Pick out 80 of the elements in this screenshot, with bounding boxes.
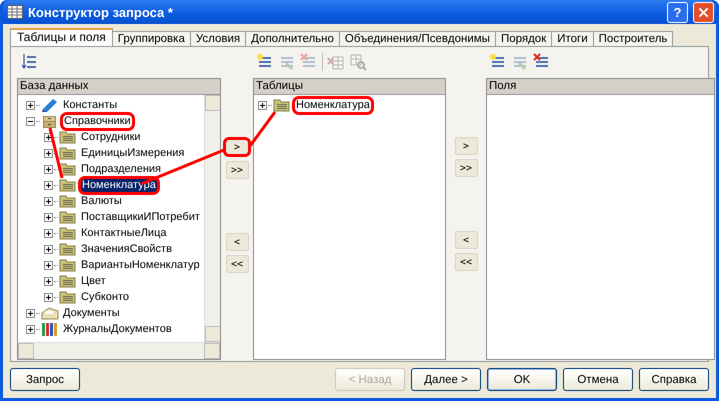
books-icon <box>41 321 59 337</box>
expander-icon[interactable] <box>44 212 53 222</box>
folder-icon <box>59 257 77 273</box>
folder-icon <box>59 273 77 289</box>
expander-icon[interactable] <box>26 324 35 334</box>
tree-item[interactable]: Субконто <box>78 288 132 306</box>
expander-icon[interactable] <box>44 148 53 158</box>
folder-icon <box>59 145 77 161</box>
transfer-button[interactable]: << <box>454 253 478 271</box>
expander-icon[interactable] <box>44 164 53 174</box>
tree-item[interactable]: ЗначенияСвойств <box>78 240 175 258</box>
folder-icon <box>273 97 291 113</box>
tree-item[interactable]: ПоставщикиИПотребит <box>78 208 203 226</box>
tree-item[interactable]: КонтактныеЛица <box>78 224 170 242</box>
constants-icon <box>41 97 59 113</box>
tree-item[interactable]: ВариантыНоменклатур <box>78 256 203 274</box>
vertical-scrollbar[interactable] <box>204 95 220 342</box>
tab[interactable]: Дополнительно <box>245 31 340 46</box>
expander-icon[interactable] <box>44 260 53 270</box>
column-header: База данных <box>18 79 220 95</box>
transfer-button[interactable]: > <box>223 137 251 157</box>
table-icon <box>7 5 23 19</box>
folder-icon <box>59 241 77 257</box>
tree-item[interactable]: Сотрудники <box>78 128 144 146</box>
expander-icon[interactable] <box>258 100 267 110</box>
expander-icon[interactable] <box>44 244 53 254</box>
tree-item[interactable]: Подразделения <box>78 160 164 178</box>
transfer-button[interactable]: << <box>226 255 248 273</box>
tab[interactable]: Условия <box>190 31 246 46</box>
help-button[interactable]: ? <box>667 2 688 22</box>
leader-line <box>48 126 64 180</box>
folder-icon <box>59 129 77 145</box>
transfer-button[interactable]: > <box>454 137 478 155</box>
expander-icon[interactable] <box>26 308 35 318</box>
tree-item[interactable]: Справочники <box>60 112 135 130</box>
dialog-button[interactable]: Отмена <box>563 368 633 391</box>
transfer-button[interactable]: < <box>454 231 478 249</box>
tree-item[interactable]: Документы <box>60 304 123 322</box>
dialog-button[interactable]: OK <box>487 368 557 391</box>
transfer-button[interactable]: >> <box>226 161 248 179</box>
tree-item[interactable]: Цвет <box>78 272 109 290</box>
tab[interactable]: Таблицы и поля <box>10 28 113 46</box>
expander-icon[interactable] <box>44 228 53 238</box>
tree-item[interactable]: Константы <box>60 96 120 114</box>
horizontal-scrollbar[interactable] <box>18 342 220 359</box>
folder-icon <box>59 209 77 225</box>
folder-icon <box>59 225 77 241</box>
dialog-button[interactable]: Далее > <box>411 368 481 391</box>
transfer-button[interactable]: >> <box>454 159 478 177</box>
folder-icon <box>59 161 77 177</box>
expander-icon[interactable] <box>44 276 53 286</box>
expander-icon[interactable] <box>26 116 35 126</box>
column-header: Таблицы <box>254 79 445 95</box>
transfer-button[interactable]: < <box>226 233 248 251</box>
folder-icon <box>59 289 77 305</box>
cabinet-icon <box>41 113 59 129</box>
tree-item[interactable]: Номенклатура <box>78 176 160 194</box>
expander-icon[interactable] <box>26 100 35 110</box>
documents-icon <box>41 305 59 321</box>
window-title: Конструктор запроса * <box>28 4 174 20</box>
tree-item[interactable]: ЖурналыДокументов <box>60 320 175 338</box>
tab[interactable]: Группировка <box>112 31 191 46</box>
tab[interactable]: Построитель <box>592 31 674 46</box>
close-icon[interactable] <box>693 2 714 22</box>
tree-item[interactable]: Номенклатура <box>292 96 374 114</box>
tab[interactable]: Объединения/Псевдонимы <box>338 31 496 46</box>
tree-item[interactable]: ЕдиницыИзмерения <box>78 144 188 162</box>
expander-icon[interactable] <box>44 292 53 302</box>
expander-icon[interactable] <box>44 196 53 206</box>
dialog-button[interactable]: Запрос <box>10 368 80 391</box>
folder-icon <box>59 177 77 193</box>
dialog-button[interactable]: Справка <box>639 368 709 391</box>
column-header: Поля <box>487 79 714 95</box>
expander-icon[interactable] <box>44 180 53 190</box>
folder-icon <box>59 193 77 209</box>
tab[interactable]: Порядок <box>494 31 552 46</box>
tab[interactable]: Итоги <box>551 31 594 46</box>
leader-line <box>248 110 277 148</box>
hierarchy-icon[interactable] <box>20 53 38 71</box>
tree-item[interactable]: Валюты <box>78 192 125 210</box>
